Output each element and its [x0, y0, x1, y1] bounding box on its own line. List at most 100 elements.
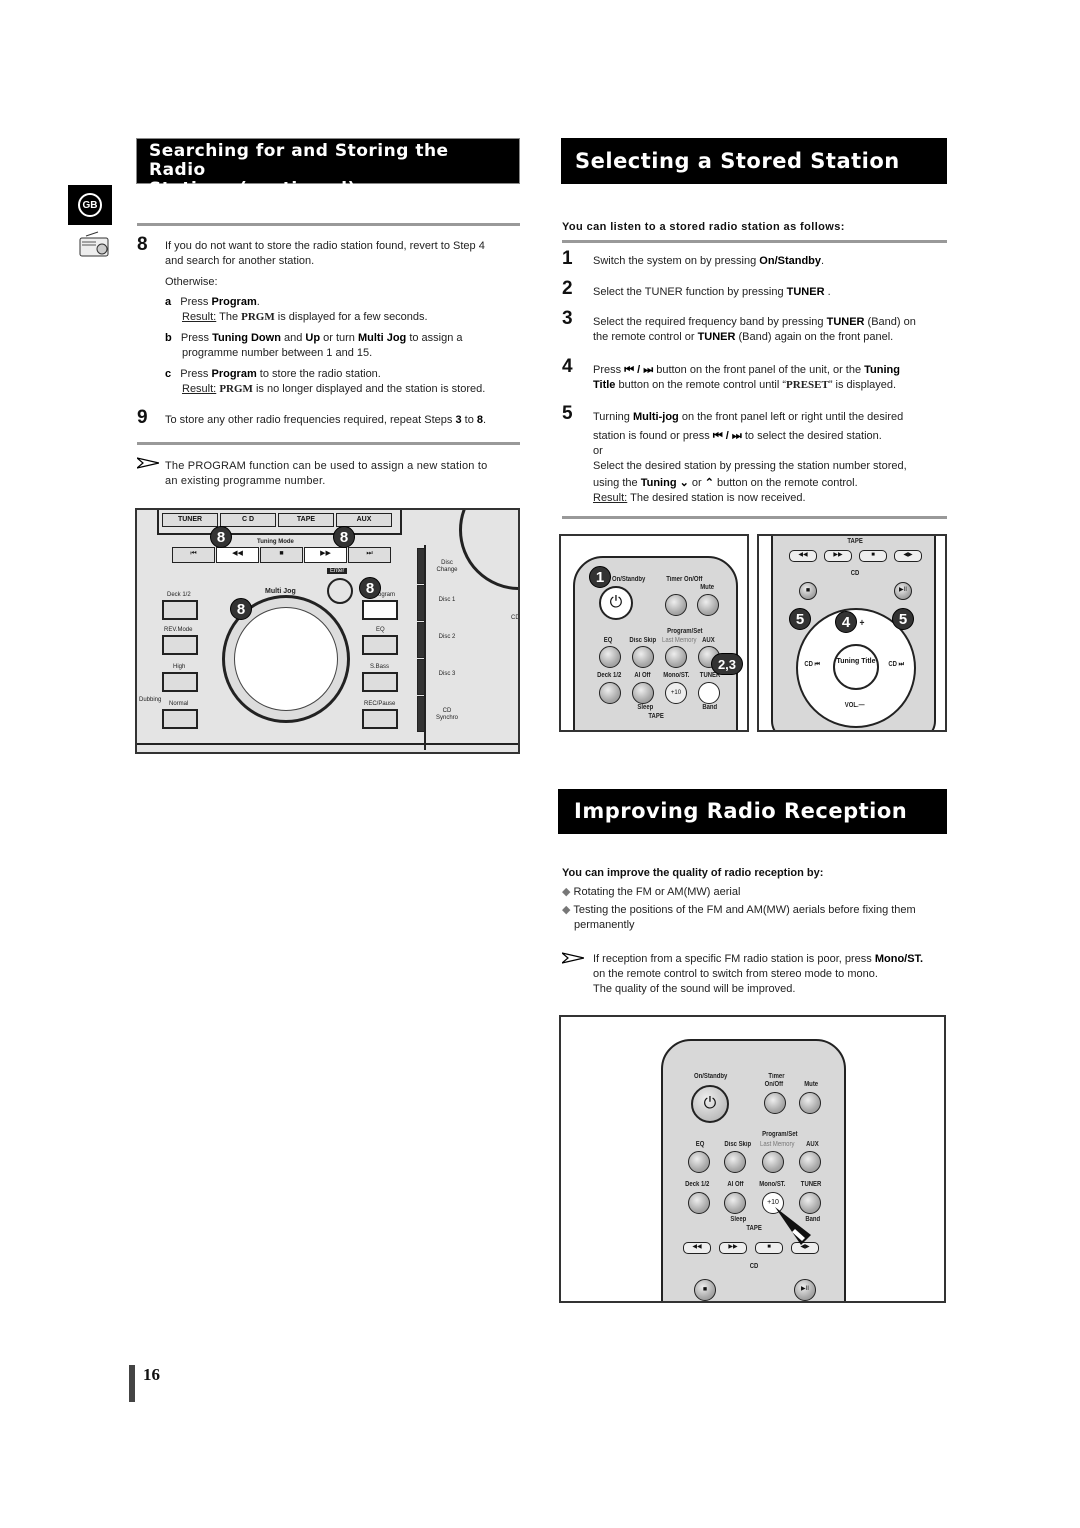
- tape-button[interactable]: ▶▶: [719, 1242, 747, 1254]
- timer-button[interactable]: [764, 1092, 786, 1114]
- transport-button[interactable]: ■: [260, 547, 303, 563]
- tape-button[interactable]: ◀◀: [683, 1242, 711, 1254]
- text: or turn: [320, 332, 358, 344]
- cd-label: CD: [749, 1263, 759, 1270]
- rev-mode-label: REV.Mode: [164, 627, 193, 633]
- transport-button[interactable]: ▶▶: [304, 547, 347, 563]
- tape-button[interactable]: ■: [859, 550, 887, 562]
- step-8-text: If you do not want to store the radio st…: [165, 239, 525, 290]
- high-button[interactable]: [162, 672, 198, 692]
- tape-button[interactable]: ◀▶: [894, 550, 922, 562]
- disc-button[interactable]: [417, 696, 425, 732]
- text: to assign a: [406, 332, 463, 344]
- multi-jog-dial[interactable]: [234, 607, 338, 711]
- timer-label: Timer On/Off: [666, 576, 703, 583]
- text-line: programme number between 1 and 15.: [182, 347, 373, 359]
- text: .: [821, 255, 825, 267]
- cd-next-label: CD ⏭: [888, 661, 904, 668]
- timer-button[interactable]: [665, 594, 687, 616]
- text: ” is displayed.: [828, 379, 897, 391]
- display-code: PRGM: [241, 311, 275, 323]
- mute-button[interactable]: [799, 1092, 821, 1114]
- substep-a: a Press Program. Result: The PRGM is dis…: [165, 295, 525, 325]
- language-badge: GB: [68, 185, 112, 225]
- eq-button[interactable]: [362, 635, 398, 655]
- deck-button[interactable]: [599, 682, 621, 704]
- cd-stop-button[interactable]: ■: [694, 1279, 716, 1301]
- deck-button[interactable]: [162, 600, 198, 620]
- deck-button[interactable]: [688, 1192, 710, 1214]
- bold-text: TUNER: [697, 331, 736, 343]
- text-line: on the remote control to switch from ste…: [593, 968, 878, 980]
- program-set-button[interactable]: [665, 646, 687, 668]
- tuning-title-button[interactable]: Tuning Title: [833, 644, 879, 690]
- sbass-label: S.Bass: [370, 664, 390, 670]
- normal-button[interactable]: [162, 709, 198, 729]
- source-button-tuner[interactable]: TUNER: [162, 513, 218, 527]
- section-title-improving: Improving Radio Reception: [558, 789, 947, 834]
- disc-skip-button[interactable]: [724, 1151, 746, 1173]
- disc-skip-button[interactable]: [632, 646, 654, 668]
- transport-button[interactable]: ⏮: [172, 547, 215, 563]
- eq-button[interactable]: [688, 1151, 710, 1173]
- skip-icons: ⏮ / ⏭: [624, 364, 654, 376]
- step-badge: 5: [892, 608, 914, 630]
- tape-button[interactable]: ◀◀: [789, 550, 817, 562]
- ai-off-label: AI Off: [727, 1181, 744, 1188]
- disc-button[interactable]: [417, 548, 425, 584]
- text: Press: [180, 368, 212, 380]
- text: button on the remote control.: [713, 477, 858, 489]
- cd-play-pause-button[interactable]: ▶II: [794, 1279, 816, 1301]
- cd-stop-button[interactable]: ■: [799, 582, 817, 600]
- power-button[interactable]: ⏻: [599, 586, 633, 620]
- program-button[interactable]: [362, 600, 398, 620]
- rec-pause-button[interactable]: [362, 709, 398, 729]
- ai-off-button[interactable]: [724, 1192, 746, 1214]
- bullet-text: permanently: [574, 919, 635, 931]
- eq-label: EQ: [695, 1141, 705, 1148]
- tuner-button[interactable]: [698, 682, 720, 704]
- step-badge: 4: [835, 611, 857, 633]
- normal-label: Normal: [169, 701, 189, 707]
- tape-button[interactable]: ▶▶: [824, 550, 852, 562]
- source-button-aux[interactable]: AUX: [336, 513, 392, 527]
- transport-button[interactable]: ⏭: [348, 547, 391, 563]
- source-button-cd[interactable]: C D: [220, 513, 276, 527]
- tuning-mode-label: Tuning Mode: [257, 539, 294, 545]
- remote-figure-right: TAPE ◀◀ ▶▶ ■ ◀▶ CD ■ ▶II Tuning Title CD ⏮ …: [757, 534, 947, 732]
- text: The desired station is now received.: [627, 492, 806, 504]
- rev-mode-button[interactable]: [162, 635, 198, 655]
- step-number: 5: [562, 403, 573, 424]
- aux-button[interactable]: [799, 1151, 821, 1173]
- bold-text: TUNER: [786, 286, 825, 298]
- ai-off-button[interactable]: [632, 682, 654, 704]
- disc-button[interactable]: [417, 622, 425, 658]
- display-code: PRESET: [786, 379, 829, 391]
- bold-text: Tuning: [640, 477, 677, 489]
- cd-play-pause-button[interactable]: ▶II: [894, 582, 912, 600]
- cd-label: CD: [850, 570, 860, 577]
- disc-button[interactable]: [417, 659, 425, 695]
- text: The: [216, 311, 242, 323]
- text: To store any other radio frequencies req…: [165, 414, 456, 426]
- enter-button[interactable]: [327, 578, 353, 604]
- note-arrow-icon: [562, 952, 584, 964]
- text-line: and search for another station.: [165, 255, 315, 267]
- pointer-hand-icon: [775, 1207, 811, 1245]
- program-set-button[interactable]: [762, 1151, 784, 1173]
- step-badge: 8: [333, 526, 355, 548]
- plus-ten-button[interactable]: +10: [665, 682, 687, 704]
- transport-button[interactable]: ◀◀: [216, 547, 259, 563]
- step-number: 2: [562, 278, 573, 299]
- disc-button[interactable]: [417, 585, 425, 621]
- remote-figure-improving: On/Standby ⏻ Timer On/Off Mute Program/S…: [559, 1015, 946, 1303]
- text: Press: [180, 296, 212, 308]
- mute-button[interactable]: [697, 594, 719, 616]
- select-step-2: Select the TUNER function by pressing TU…: [593, 285, 831, 300]
- sbass-button[interactable]: [362, 672, 398, 692]
- eq-button[interactable]: [599, 646, 621, 668]
- power-button[interactable]: ⏻: [691, 1085, 729, 1123]
- mono-st-label: Mono/ST.: [663, 672, 690, 679]
- bullet-text: Testing the positions of the FM and AM(M…: [573, 904, 916, 916]
- source-button-tape[interactable]: TAPE: [278, 513, 334, 527]
